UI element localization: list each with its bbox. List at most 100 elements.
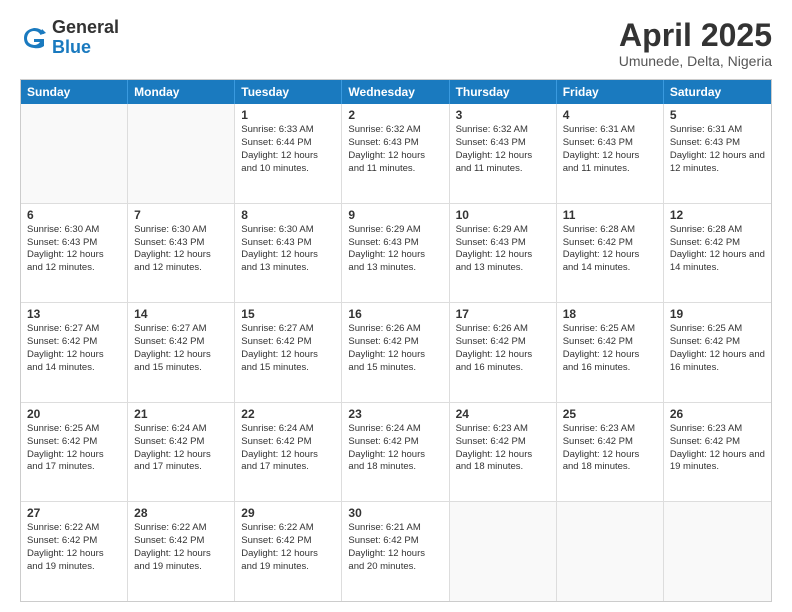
day-number: 29: [241, 506, 335, 520]
cell-info: Sunrise: 6:23 AM Sunset: 6:42 PM Dayligh…: [456, 423, 550, 474]
calendar-cell: 24Sunrise: 6:23 AM Sunset: 6:42 PM Dayli…: [450, 403, 557, 502]
calendar-cell: 4 Sunrise: 6:31 AM Sunset: 6:43 PM Daylig…: [557, 104, 664, 203]
calendar-cell: [450, 502, 557, 601]
logo-icon: [20, 24, 48, 52]
calendar-cell: 30 Sunrise: 6:21 AM Sunset: 6:42 PM Dayli…: [342, 502, 449, 601]
cell-info: Sunrise: 6:33 AM Sunset: 6:44 PM Dayligh…: [241, 124, 335, 175]
calendar-cell: [557, 502, 664, 601]
day-number: 17: [456, 307, 550, 321]
cell-info: Sunrise: 6:22 AM Sunset: 6:42 PM Dayligh…: [27, 522, 121, 573]
day-number: 28: [134, 506, 228, 520]
calendar-body: 1 Sunrise: 6:33 AM Sunset: 6:44 PM Daylig…: [21, 104, 771, 601]
day-number: 3: [456, 108, 550, 122]
cell-info: Sunrise: 6:32 AM Sunset: 6:43 PM Dayligh…: [348, 124, 442, 175]
col-friday: Friday: [557, 80, 664, 104]
day-number: 4: [563, 108, 657, 122]
calendar-cell: 3 Sunrise: 6:32 AM Sunset: 6:43 PM Daylig…: [450, 104, 557, 203]
day-number: 9: [348, 208, 442, 222]
cell-info: Sunrise: 6:30 AM Sunset: 6:43 PM Dayligh…: [27, 224, 121, 275]
calendar-cell: 17 Sunrise: 6:26 AM Sunset: 6:42 PM Dayli…: [450, 303, 557, 402]
calendar-cell: [128, 104, 235, 203]
calendar-cell: 10Sunrise: 6:29 AM Sunset: 6:43 PM Dayli…: [450, 204, 557, 303]
calendar-cell: 8Sunrise: 6:30 AM Sunset: 6:43 PM Daylig…: [235, 204, 342, 303]
cell-info: Sunrise: 6:23 AM Sunset: 6:42 PM Dayligh…: [670, 423, 765, 474]
logo-text: General Blue: [52, 18, 119, 58]
calendar-cell: 5 Sunrise: 6:31 AM Sunset: 6:43 PM Daylig…: [664, 104, 771, 203]
location: Umunede, Delta, Nigeria: [619, 53, 772, 69]
day-number: 12: [670, 208, 765, 222]
day-number: 7: [134, 208, 228, 222]
col-thursday: Thursday: [450, 80, 557, 104]
calendar-cell: 9Sunrise: 6:29 AM Sunset: 6:43 PM Daylig…: [342, 204, 449, 303]
day-number: 27: [27, 506, 121, 520]
cell-info: Sunrise: 6:31 AM Sunset: 6:43 PM Dayligh…: [563, 124, 657, 175]
title-block: April 2025 Umunede, Delta, Nigeria: [619, 18, 772, 69]
calendar-cell: 27 Sunrise: 6:22 AM Sunset: 6:42 PM Dayli…: [21, 502, 128, 601]
calendar-cell: 6 Sunrise: 6:30 AM Sunset: 6:43 PM Daylig…: [21, 204, 128, 303]
calendar-row: 1 Sunrise: 6:33 AM Sunset: 6:44 PM Daylig…: [21, 104, 771, 204]
cell-info: Sunrise: 6:25 AM Sunset: 6:42 PM Dayligh…: [27, 423, 121, 474]
calendar-cell: 12Sunrise: 6:28 AM Sunset: 6:42 PM Dayli…: [664, 204, 771, 303]
day-number: 23: [348, 407, 442, 421]
day-number: 19: [670, 307, 765, 321]
calendar-header: Sunday Monday Tuesday Wednesday Thursday…: [21, 80, 771, 104]
cell-info: Sunrise: 6:31 AM Sunset: 6:43 PM Dayligh…: [670, 124, 765, 175]
calendar-cell: 15 Sunrise: 6:27 AM Sunset: 6:42 PM Dayli…: [235, 303, 342, 402]
logo: General Blue: [20, 18, 119, 58]
calendar-cell: [21, 104, 128, 203]
cell-info: Sunrise: 6:26 AM Sunset: 6:42 PM Dayligh…: [456, 323, 550, 374]
cell-info: Sunrise: 6:30 AM Sunset: 6:43 PM Dayligh…: [134, 224, 228, 275]
day-number: 16: [348, 307, 442, 321]
cell-info: Sunrise: 6:24 AM Sunset: 6:42 PM Dayligh…: [348, 423, 442, 474]
cell-info: Sunrise: 6:32 AM Sunset: 6:43 PM Dayligh…: [456, 124, 550, 175]
day-number: 20: [27, 407, 121, 421]
day-number: 30: [348, 506, 442, 520]
cell-info: Sunrise: 6:27 AM Sunset: 6:42 PM Dayligh…: [241, 323, 335, 374]
day-number: 13: [27, 307, 121, 321]
day-number: 8: [241, 208, 335, 222]
month-year: April 2025: [619, 18, 772, 53]
day-number: 6: [27, 208, 121, 222]
calendar-row: 27 Sunrise: 6:22 AM Sunset: 6:42 PM Dayli…: [21, 502, 771, 601]
col-sunday: Sunday: [21, 80, 128, 104]
calendar: Sunday Monday Tuesday Wednesday Thursday…: [20, 79, 772, 602]
cell-info: Sunrise: 6:26 AM Sunset: 6:42 PM Dayligh…: [348, 323, 442, 374]
cell-info: Sunrise: 6:28 AM Sunset: 6:42 PM Dayligh…: [563, 224, 657, 275]
cell-info: Sunrise: 6:24 AM Sunset: 6:42 PM Dayligh…: [134, 423, 228, 474]
col-monday: Monday: [128, 80, 235, 104]
calendar-cell: 21 Sunrise: 6:24 AM Sunset: 6:42 PM Dayli…: [128, 403, 235, 502]
cell-info: Sunrise: 6:23 AM Sunset: 6:42 PM Dayligh…: [563, 423, 657, 474]
calendar-cell: 2 Sunrise: 6:32 AM Sunset: 6:43 PM Daylig…: [342, 104, 449, 203]
calendar-cell: 22 Sunrise: 6:24 AM Sunset: 6:42 PM Dayli…: [235, 403, 342, 502]
day-number: 26: [670, 407, 765, 421]
calendar-cell: 16 Sunrise: 6:26 AM Sunset: 6:42 PM Dayli…: [342, 303, 449, 402]
cell-info: Sunrise: 6:25 AM Sunset: 6:42 PM Dayligh…: [563, 323, 657, 374]
day-number: 22: [241, 407, 335, 421]
day-number: 25: [563, 407, 657, 421]
day-number: 5: [670, 108, 765, 122]
page: General Blue April 2025 Umunede, Delta, …: [0, 0, 792, 612]
calendar-cell: 1 Sunrise: 6:33 AM Sunset: 6:44 PM Daylig…: [235, 104, 342, 203]
day-number: 2: [348, 108, 442, 122]
calendar-cell: 18 Sunrise: 6:25 AM Sunset: 6:42 PM Dayli…: [557, 303, 664, 402]
calendar-cell: 23 Sunrise: 6:24 AM Sunset: 6:42 PM Dayli…: [342, 403, 449, 502]
day-number: 15: [241, 307, 335, 321]
cell-info: Sunrise: 6:24 AM Sunset: 6:42 PM Dayligh…: [241, 423, 335, 474]
cell-info: Sunrise: 6:21 AM Sunset: 6:42 PM Dayligh…: [348, 522, 442, 573]
cell-info: Sunrise: 6:22 AM Sunset: 6:42 PM Dayligh…: [134, 522, 228, 573]
calendar-cell: 28 Sunrise: 6:22 AM Sunset: 6:42 PM Dayli…: [128, 502, 235, 601]
col-wednesday: Wednesday: [342, 80, 449, 104]
cell-info: Sunrise: 6:27 AM Sunset: 6:42 PM Dayligh…: [27, 323, 121, 374]
day-number: 1: [241, 108, 335, 122]
calendar-row: 6 Sunrise: 6:30 AM Sunset: 6:43 PM Daylig…: [21, 204, 771, 304]
calendar-cell: 25 Sunrise: 6:23 AM Sunset: 6:42 PM Dayli…: [557, 403, 664, 502]
cell-info: Sunrise: 6:29 AM Sunset: 6:43 PM Dayligh…: [456, 224, 550, 275]
day-number: 14: [134, 307, 228, 321]
day-number: 11: [563, 208, 657, 222]
day-number: 18: [563, 307, 657, 321]
calendar-cell: 19Sunrise: 6:25 AM Sunset: 6:42 PM Dayli…: [664, 303, 771, 402]
col-saturday: Saturday: [664, 80, 771, 104]
day-number: 21: [134, 407, 228, 421]
calendar-cell: 14Sunrise: 6:27 AM Sunset: 6:42 PM Dayli…: [128, 303, 235, 402]
cell-info: Sunrise: 6:22 AM Sunset: 6:42 PM Dayligh…: [241, 522, 335, 573]
